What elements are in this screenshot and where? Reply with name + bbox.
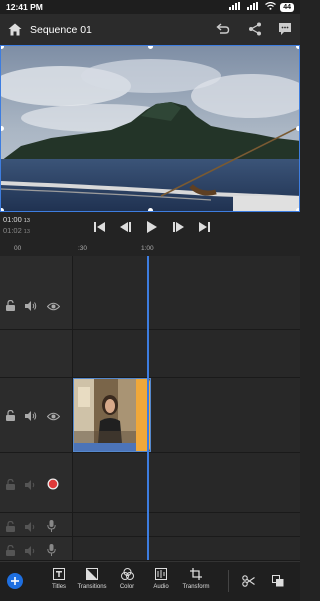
tool-label: Transform: [182, 584, 210, 590]
ruler-label: 1:00: [141, 245, 154, 252]
speaker-icon[interactable]: [25, 298, 37, 316]
record-icon[interactable]: [47, 477, 59, 495]
step-forward-icon[interactable]: [172, 222, 184, 232]
bottom-toolbar: Titles Transitions Color Audio Transform: [0, 561, 300, 601]
video-preview[interactable]: [0, 45, 300, 212]
video-track-2[interactable]: [0, 256, 300, 330]
ruler-label: :30: [78, 245, 88, 252]
selection-handle[interactable]: [1, 208, 4, 211]
tool-transitions[interactable]: Transitions: [75, 568, 109, 590]
tool-label: Transitions: [77, 584, 107, 590]
tool-label: Audio: [153, 584, 169, 590]
clip-thumbnail: [74, 379, 138, 443]
signal-2-icon: [247, 2, 261, 13]
titles-icon: [42, 568, 76, 582]
tool-titles[interactable]: Titles: [42, 568, 76, 590]
lock-open-icon[interactable]: [6, 543, 15, 561]
skip-to-end-icon[interactable]: [198, 222, 210, 232]
step-back-icon[interactable]: [120, 222, 132, 232]
current-frames: 13: [23, 218, 30, 224]
home-icon[interactable]: [8, 23, 22, 41]
sequence-title: Sequence 01: [30, 24, 92, 36]
skip-to-start-icon[interactable]: [94, 222, 106, 232]
audio-track-1[interactable]: [0, 453, 300, 513]
scissors-icon[interactable]: [242, 574, 255, 592]
app-top-bar: Sequence 01: [0, 14, 300, 46]
microphone-icon[interactable]: [47, 543, 56, 561]
audio-waveform: [74, 443, 138, 451]
lock-open-icon[interactable]: [6, 477, 15, 495]
comment-icon[interactable]: [278, 22, 292, 41]
lock-open-icon[interactable]: [6, 408, 15, 426]
tool-transform[interactable]: Transform: [179, 568, 213, 590]
video-clip[interactable]: [73, 378, 151, 452]
tool-audio[interactable]: Audio: [144, 568, 178, 590]
color-icon: [110, 568, 144, 582]
eye-icon[interactable]: [46, 298, 61, 316]
signal-icon: [229, 2, 243, 13]
transitions-icon: [75, 568, 109, 582]
play-icon[interactable]: [146, 221, 158, 233]
duration-frames: 13: [23, 229, 30, 235]
tool-label: Titles: [51, 584, 67, 590]
crop-icon: [179, 568, 213, 582]
selection-handle[interactable]: [296, 208, 299, 211]
lock-open-icon[interactable]: [6, 519, 15, 537]
selection-handle[interactable]: [296, 126, 299, 131]
status-bar: 12:41 PM 44: [0, 0, 300, 14]
status-icons: 44: [229, 1, 294, 13]
speaker-icon[interactable]: [25, 519, 37, 537]
audio-track-2[interactable]: [0, 513, 300, 537]
eye-icon[interactable]: [46, 408, 61, 426]
speaker-icon[interactable]: [25, 477, 37, 495]
speaker-icon[interactable]: [25, 408, 37, 426]
undo-icon[interactable]: [216, 22, 230, 41]
share-icon[interactable]: [248, 22, 262, 41]
toolbar-divider: [228, 570, 229, 592]
tool-label: Color: [119, 584, 135, 590]
battery-indicator: 44: [280, 3, 294, 12]
empty-track-spacer: [0, 330, 300, 378]
selection-handle[interactable]: [148, 208, 153, 211]
microphone-icon[interactable]: [47, 519, 56, 537]
selection-handle[interactable]: [296, 46, 299, 49]
plus-icon: [11, 577, 19, 585]
add-media-button[interactable]: [7, 573, 23, 589]
duration-time: 01:02: [3, 226, 22, 235]
timeline-ruler[interactable]: 00 :30 1:00: [0, 242, 300, 257]
playhead[interactable]: [147, 256, 149, 560]
lock-open-icon[interactable]: [6, 298, 15, 316]
transport-controls: [94, 219, 210, 235]
status-time: 12:41 PM: [6, 2, 43, 12]
timecode-display: 01:00 13 01:02 13: [3, 215, 30, 237]
tool-color[interactable]: Color: [110, 568, 144, 590]
duplicate-icon[interactable]: [272, 574, 284, 592]
wifi-icon: [265, 1, 277, 13]
ruler-label: 00: [14, 245, 22, 252]
audio-icon: [144, 568, 178, 582]
speaker-icon[interactable]: [25, 543, 37, 561]
audio-track-3[interactable]: [0, 537, 300, 561]
current-time: 01:00: [3, 215, 22, 224]
preview-frame-image: [1, 46, 299, 211]
